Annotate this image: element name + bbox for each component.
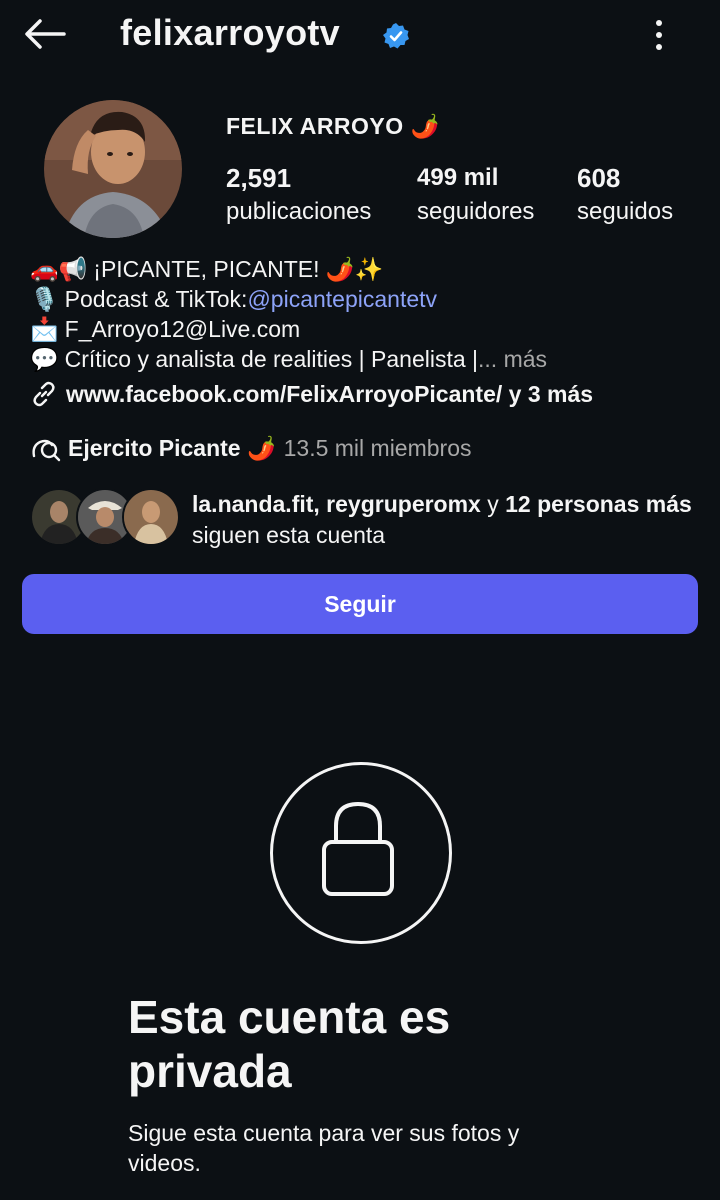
more-options-button[interactable] <box>645 16 673 56</box>
bio-line: 🚗📢 ¡PICANTE, PICANTE! 🌶️✨ <box>30 254 547 284</box>
profile-bio: 🚗📢 ¡PICANTE, PICANTE! 🌶️✨ 🎙️ Podcast & T… <box>30 254 547 374</box>
envelope-emoji: 📩 <box>30 316 59 342</box>
bio-more-button[interactable]: ... más <box>478 344 547 374</box>
bio-text: Crítico y analista de realities | Paneli… <box>64 346 479 372</box>
back-button[interactable] <box>22 16 68 52</box>
bio-email: F_Arroyo12@Live.com <box>64 316 301 342</box>
lock-icon <box>322 801 394 896</box>
broadcast-channel[interactable]: Ejercito Picante 🌶️ 13.5 mil miembros <box>30 434 472 462</box>
follow-button[interactable]: Seguir <box>22 574 698 634</box>
private-lock-badge <box>270 762 452 944</box>
bio-line: 💬 Crítico y analista de realities | Pane… <box>30 344 547 374</box>
microphone-emoji: 🎙️ <box>30 286 59 312</box>
bio-mention-link[interactable]: @picantepicantetv <box>247 284 437 314</box>
arrow-left-icon <box>25 19 66 49</box>
speech-bubble-emoji: 💬 <box>30 346 59 372</box>
profile-display-name: FELIX ARROYO 🌶️ <box>226 113 440 139</box>
mutual-others-count: 12 personas más <box>505 491 692 517</box>
profile-external-link[interactable]: www.facebook.com/FelixArroyoPicante/ y 3… <box>30 380 593 408</box>
mutual-connector: y <box>480 491 506 517</box>
stat-followers-label: seguidores <box>417 198 535 225</box>
mutual-suffix: siguen esta cuenta <box>192 522 386 548</box>
profile-avatar[interactable] <box>44 100 182 238</box>
bio-text: Podcast & TikTok: <box>64 286 248 312</box>
mutual-followers-avatars[interactable] <box>30 488 180 546</box>
verified-badge-icon <box>382 22 410 50</box>
stat-posts-label: publicaciones <box>226 198 372 225</box>
stat-posts: 2,591 publicaciones <box>226 160 371 228</box>
link-icon <box>33 381 55 407</box>
bio-text: ¡PICANTE, PICANTE! 🌶️✨ <box>93 256 384 282</box>
bio-line: 📩 F_Arroyo12@Live.com <box>30 314 547 344</box>
bio-line: 🎙️ Podcast & TikTok: @picantepicantetv <box>30 284 547 314</box>
external-link-text: www.facebook.com/FelixArroyoPicante/ y 3… <box>66 380 594 407</box>
private-account-subtitle: Sigue esta cuenta para ver sus fotos y v… <box>128 1120 520 1176</box>
channel-name: Ejercito Picante 🌶️ <box>68 434 276 461</box>
stat-followers[interactable]: 499 mil seguidores <box>417 160 534 228</box>
avatar <box>122 488 180 546</box>
private-account-title: Esta cuenta es privada <box>128 991 451 1097</box>
mutual-followers-text[interactable]: la.nanda.fit, reygruperomx y 12 personas… <box>192 489 692 551</box>
stat-following-value: 608 <box>577 163 621 193</box>
stat-posts-value: 2,591 <box>226 163 292 193</box>
car-megaphone-emoji: 🚗📢 <box>30 256 88 282</box>
profile-username: felixarroyotv <box>120 12 340 53</box>
more-vertical-icon <box>656 20 662 50</box>
mutual-follower-names: la.nanda.fit, reygruperomx <box>192 491 481 517</box>
channel-members: 13.5 mil miembros <box>283 434 472 461</box>
channel-icon <box>32 439 61 462</box>
stat-followers-value: 499 mil <box>417 164 499 191</box>
stat-following-label: seguidos <box>577 198 674 225</box>
stat-following[interactable]: 608 seguidos <box>577 160 673 228</box>
